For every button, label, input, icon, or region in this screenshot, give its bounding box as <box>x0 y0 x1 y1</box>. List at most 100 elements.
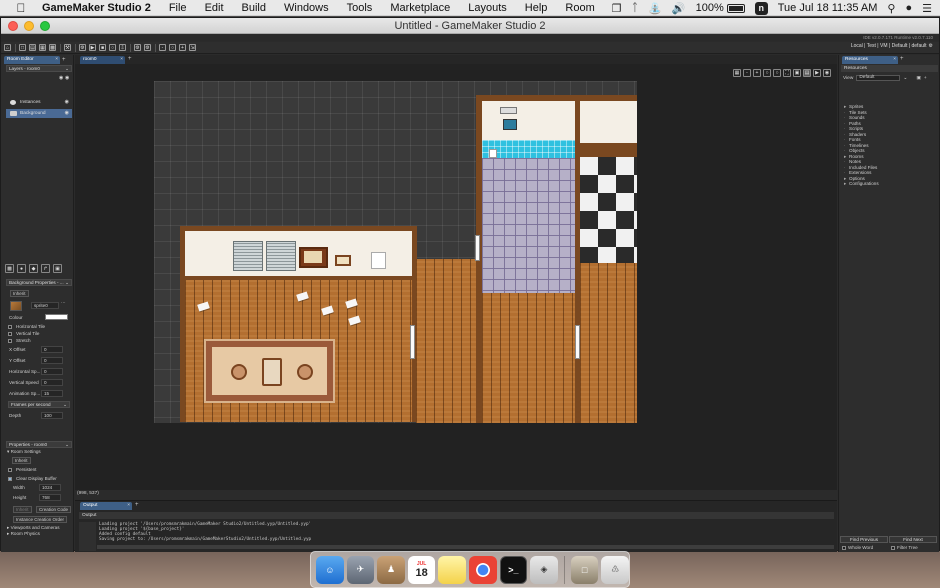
contacts-icon[interactable]: ♟ <box>377 555 405 584</box>
vertical-tile-checkbox[interactable] <box>8 332 12 336</box>
tree-sounds[interactable]: · Sounds <box>844 115 865 120</box>
add-instance-layer-icon[interactable]: ● <box>17 264 26 273</box>
minimize-window-button[interactable] <box>24 21 34 31</box>
tree-configurations[interactable]: ▸ Configurations <box>844 181 879 187</box>
downloads-stack-icon[interactable]: □ <box>570 555 599 584</box>
zoom-in-icon[interactable]: + <box>753 69 761 77</box>
sprite-thumbnail[interactable] <box>10 301 22 311</box>
volume-icon[interactable]: 🔊 <box>672 2 686 15</box>
speed-type-dropdown[interactable]: Frames per second ⌄ <box>8 401 70 408</box>
add-tab-icon[interactable]: + <box>128 55 132 63</box>
menu-help[interactable]: Help <box>525 2 548 14</box>
game-options-icon[interactable]: ⚙ <box>144 44 151 51</box>
chevron-down-icon[interactable]: ⌄ <box>903 76 907 81</box>
find-previous-button[interactable]: Find Previous <box>840 536 888 543</box>
grid-icon[interactable]: ▦ <box>733 69 741 77</box>
persistent-checkbox[interactable] <box>8 468 12 472</box>
room-width-input[interactable]: 1024 <box>39 484 61 491</box>
inherit-button[interactable]: Inherit <box>10 290 29 297</box>
siri-icon[interactable]: ● <box>905 2 912 14</box>
stretch-checkbox[interactable] <box>8 339 12 343</box>
app-menu[interactable]: GameMaker Studio 2 <box>42 2 151 14</box>
inherit-room-button[interactable]: Inherit <box>12 457 31 464</box>
finder-icon[interactable]: ☺ <box>316 555 344 584</box>
gamemaker-icon[interactable]: ◈ <box>530 555 558 584</box>
clear-display-buffer-checkbox[interactable] <box>8 477 12 481</box>
zoom-in-icon[interactable]: + <box>179 44 186 51</box>
fullscreen-icon[interactable]: ⛶ <box>783 69 791 77</box>
trash-icon[interactable]: ♹ <box>601 555 629 584</box>
calendar-icon[interactable]: JUL 18 <box>407 555 436 584</box>
background-properties-header[interactable]: Background Properties - ... ⌄ <box>6 279 72 286</box>
animation-speed-input[interactable]: 15 <box>41 390 63 397</box>
home-icon[interactable]: ⌂ <box>4 44 11 51</box>
save-as-icon[interactable]: ▩ <box>49 44 56 51</box>
spotlight-search-icon[interactable]: ⚲ <box>887 2 895 15</box>
layer-instances[interactable]: Instances ◉ <box>6 98 72 107</box>
chevron-down-icon[interactable]: ⌄ <box>65 280 69 286</box>
close-tab-icon[interactable]: × <box>893 56 896 64</box>
clock[interactable]: Tue Jul 18 11:35 AM <box>778 2 878 14</box>
terminal-icon[interactable]: >_ <box>499 555 528 584</box>
add-tile-layer-icon[interactable]: ◆ <box>29 264 38 273</box>
y-offset-input[interactable]: 0 <box>41 357 63 364</box>
menu-layouts[interactable]: Layouts <box>468 2 507 14</box>
filter-tree-checkbox[interactable] <box>891 545 895 550</box>
instance-creation-order-button[interactable]: Instance Creation Order <box>13 516 68 523</box>
notes-icon[interactable] <box>438 555 466 584</box>
tree-fonts[interactable]: · Fonts <box>844 137 861 142</box>
preferences-icon[interactable]: ⚙ <box>134 44 141 51</box>
snap-icon[interactable]: ▣ <box>793 69 801 77</box>
run-icon[interactable]: ▶ <box>89 44 96 51</box>
camera-icon[interactable]: ◉ <box>823 69 831 77</box>
apple-menu-icon[interactable]:  <box>14 1 28 15</box>
layer-background[interactable]: Background ◉ <box>6 109 72 118</box>
menu-room[interactable]: Room <box>565 2 594 14</box>
clean-icon[interactable]: ○ <box>109 44 116 51</box>
room-editor-tab[interactable]: Room Editor × <box>4 56 60 64</box>
tree-scripts[interactable]: · Scripts <box>844 126 863 131</box>
save-project-icon[interactable]: ▦ <box>39 44 46 51</box>
close-tab-icon[interactable]: × <box>127 502 130 510</box>
menu-marketplace[interactable]: Marketplace <box>390 2 450 14</box>
view-dropdown[interactable]: Default <box>856 75 901 81</box>
whole-word-checkbox[interactable] <box>842 545 846 550</box>
resources-tab[interactable]: Resources × <box>842 56 898 64</box>
room-properties-header[interactable]: Properties - room0 ⌄ <box>6 441 72 448</box>
zoom-reset-icon[interactable]: ○ <box>763 69 771 77</box>
room-physics-toggle[interactable]: ▸ Room Physics <box>7 531 40 537</box>
close-tab-icon[interactable]: × <box>55 56 58 64</box>
creation-code-button[interactable]: Creation Code <box>36 506 72 513</box>
chevron-down-icon[interactable]: ⌄ <box>65 442 69 448</box>
tree-included-files[interactable]: · Included Files <box>844 165 877 170</box>
room-height-input[interactable]: 768 <box>39 494 61 501</box>
extract-icon[interactable]: ⇲ <box>189 44 196 51</box>
menu-file[interactable]: File <box>169 2 187 14</box>
x-offset-input[interactable]: 0 <box>41 346 63 353</box>
close-tab-icon[interactable]: × <box>120 56 123 64</box>
chevron-down-icon[interactable]: ⌄ <box>63 402 67 408</box>
play-preview-icon[interactable]: ▶ <box>813 69 821 77</box>
zoom-fit-icon[interactable]: ○ <box>773 69 781 77</box>
sprite-menu-icon[interactable]: ⋯ <box>61 300 66 308</box>
create-executable-icon[interactable]: ⇩ <box>119 44 126 51</box>
target-bar[interactable]: Local | Test | VM | Default | default ⚙ <box>851 43 933 49</box>
open-project-icon[interactable]: ▤ <box>29 44 36 51</box>
layers-header[interactable]: Layers - room0 ⌄ <box>6 65 72 72</box>
add-tab-icon[interactable]: + <box>135 501 139 509</box>
stop-icon[interactable]: ■ <box>99 44 106 51</box>
add-view-icon[interactable]: + <box>924 76 927 81</box>
tree-extensions[interactable]: · Extensions <box>844 170 871 175</box>
display-mirror-icon[interactable]: ❐ <box>612 2 622 15</box>
n-app-icon[interactable]: n <box>754 1 768 15</box>
horizontal-speed-input[interactable]: 0 <box>41 368 63 375</box>
chrome-icon[interactable] <box>468 555 497 584</box>
room-settings-toggle[interactable]: ▾ Room Settings <box>7 449 41 455</box>
zoom-out-icon[interactable]: - <box>159 44 166 51</box>
tree-paths[interactable]: · Paths <box>844 121 861 126</box>
output-horizontal-scrollbar[interactable] <box>97 545 834 549</box>
battery-status[interactable]: 100% <box>696 2 745 14</box>
zoom-out-icon[interactable]: - <box>743 69 751 77</box>
menu-windows[interactable]: Windows <box>284 2 329 14</box>
new-project-icon[interactable]: □ <box>19 44 26 51</box>
